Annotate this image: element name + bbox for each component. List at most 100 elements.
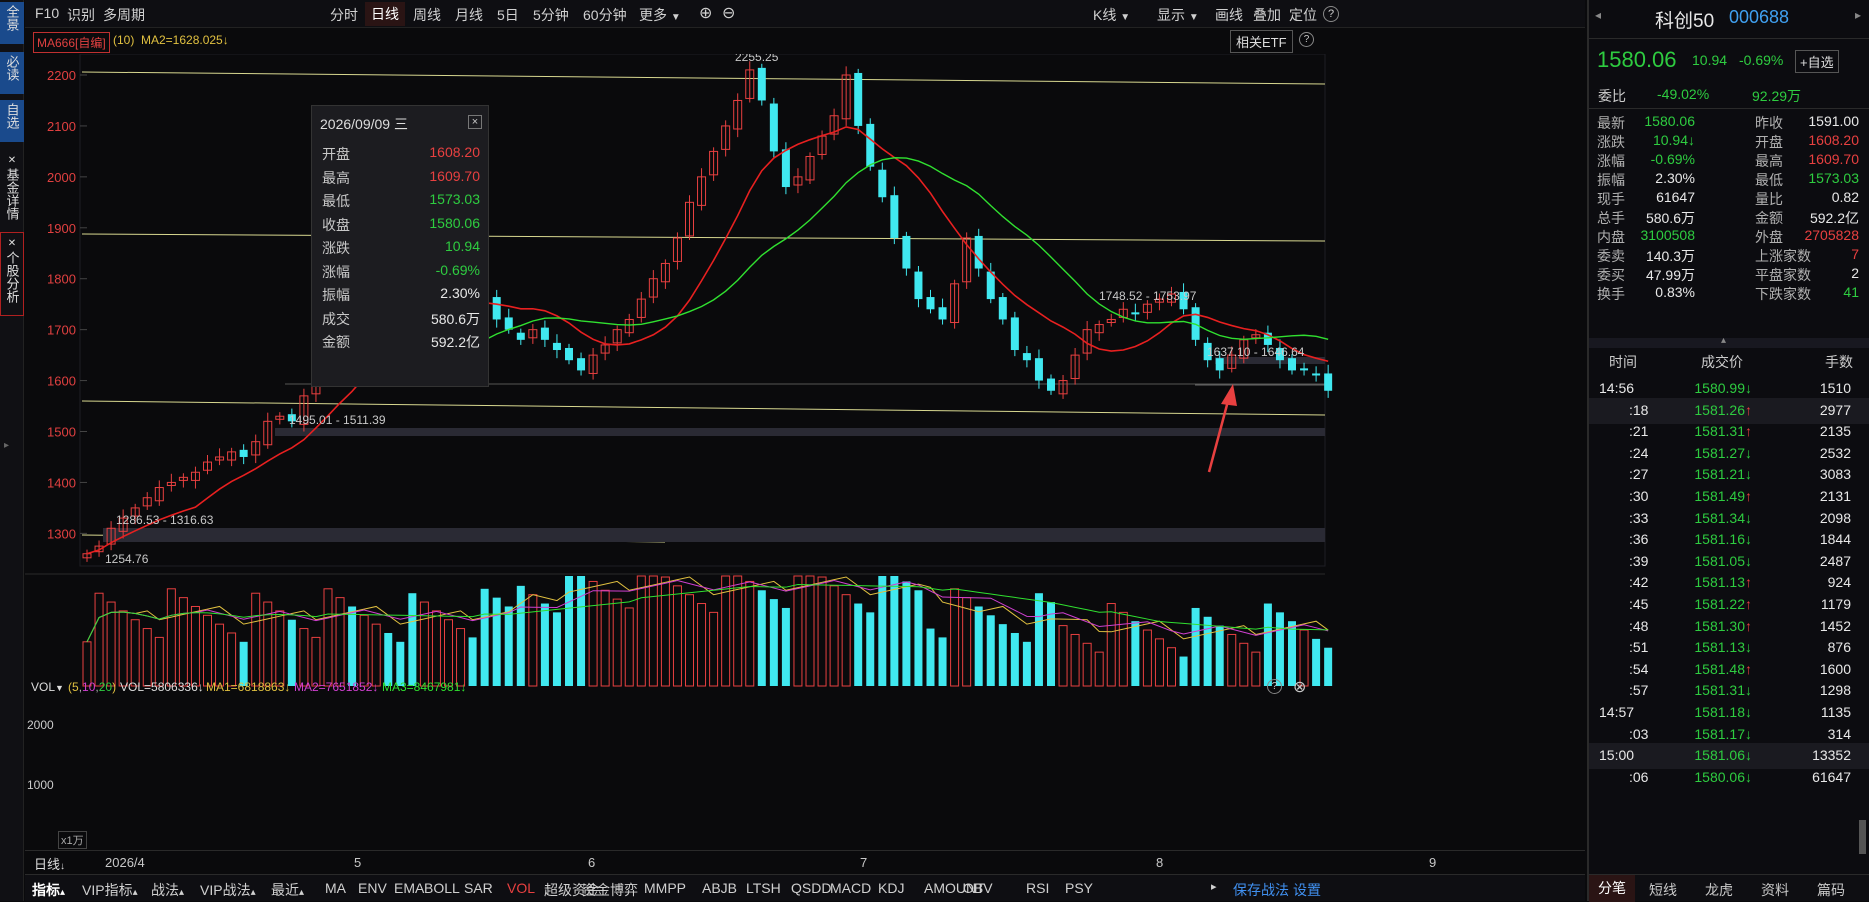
volume-bar: [612, 598, 622, 687]
tab-fenbi[interactable]: 分笔: [1589, 875, 1635, 902]
panel-collapse-bar[interactable]: ▴: [1589, 335, 1869, 348]
locate-button[interactable]: 定位: [1289, 5, 1317, 25]
tab-chips[interactable]: 篇码: [1817, 880, 1845, 900]
overlay-button[interactable]: 叠加: [1253, 5, 1281, 25]
candle-body: [1047, 378, 1055, 391]
period-tab-5min[interactable]: 5分钟: [533, 5, 569, 25]
tab-profile[interactable]: 资料: [1761, 880, 1789, 900]
tooltip-row: 金额 592.2亿: [312, 327, 490, 355]
help-icon[interactable]: ?: [1299, 32, 1314, 47]
indicator-tab-13[interactable]: MMPP: [644, 880, 686, 896]
close-icon[interactable]: ×: [468, 115, 482, 129]
indicator-tab-15[interactable]: LTSH: [746, 880, 781, 896]
multi-period-button[interactable]: 多周期: [103, 5, 145, 25]
f10-button[interactable]: F10: [35, 5, 59, 21]
help-icon[interactable]: ?: [1267, 679, 1282, 694]
indicator-tab-16[interactable]: QSDD: [791, 880, 831, 896]
weibi-value: -49.02%: [1657, 86, 1710, 102]
ma666-indicator-label[interactable]: MA666[自编]: [33, 32, 110, 53]
x-tick-label: 5: [354, 855, 362, 870]
candle-body: [1010, 317, 1019, 351]
indicator-tab-14[interactable]: ABJB: [702, 880, 737, 896]
quote-value: 61647: [1656, 189, 1695, 205]
zoom-in-icon[interactable]: ⊕: [699, 3, 712, 23]
related-etf-button[interactable]: 相关ETF: [1230, 30, 1293, 53]
indicator-tab-22[interactable]: PSY: [1065, 880, 1093, 896]
more-periods-dropdown[interactable]: 更多 ▼: [639, 5, 681, 25]
indicator-tab-1[interactable]: VIP指标▴: [82, 880, 138, 900]
period-tab-monthly[interactable]: 月线: [455, 5, 483, 25]
candle-body: [769, 103, 778, 152]
display-dropdown[interactable]: 显示 ▼: [1157, 5, 1199, 25]
period-tab-60min[interactable]: 60分钟: [583, 5, 627, 25]
indicator-tab-8[interactable]: BOLL: [424, 880, 460, 896]
draw-line-button[interactable]: 画线: [1215, 5, 1243, 25]
period-tab-daily[interactable]: 日线: [365, 2, 405, 26]
indicator-tab-0[interactable]: 指标▴: [32, 880, 65, 900]
sidebar-item-stock-analysis[interactable]: ✕ 个股分析: [0, 232, 24, 316]
tick-time: :54: [1629, 660, 1649, 677]
tick-time: :57: [1629, 682, 1649, 699]
volume-indicator-bar: VOL▼ (5,10,20) VOL=5806336↓ MA1=6818863↓…: [25, 676, 1585, 700]
indicator-tab-12[interactable]: 资金博弈: [582, 880, 638, 900]
zoom-out-icon[interactable]: ⊖: [722, 3, 735, 23]
caret-up-icon: ▴: [132, 887, 138, 898]
indicator-tab-3[interactable]: VIP战法▴: [200, 880, 256, 900]
prev-stock-icon[interactable]: ◂: [1595, 8, 1601, 22]
tick-scrollbar[interactable]: [1859, 820, 1866, 854]
indicator-tab-21[interactable]: RSI: [1026, 880, 1049, 896]
indicator-tab-17[interactable]: MACD: [830, 880, 871, 896]
candle-body: [938, 307, 947, 320]
tick-time: :18: [1629, 401, 1649, 418]
period-toggle[interactable]: 日线↓: [34, 854, 65, 873]
sidebar-item-overview[interactable]: 全景: [0, 2, 24, 44]
scroll-right-icon[interactable]: ▸: [1211, 880, 1217, 893]
tooltip-value: 1580.06: [429, 214, 480, 231]
collapse-arrow-icon[interactable]: ▸: [4, 440, 9, 451]
candle-body: [781, 149, 790, 188]
indicator-tab-10[interactable]: VOL: [507, 880, 535, 896]
tab-short-term[interactable]: 短线: [1649, 880, 1677, 900]
close-panel-icon[interactable]: ⊗: [1293, 677, 1306, 697]
top-toolbar: F10 识别 多周期 分时 日线 周线 月线 5日 5分钟 60分钟 更多 ▼ …: [25, 0, 1585, 28]
tick-time: :45: [1629, 596, 1649, 612]
volume-bars: [25, 573, 1333, 687]
settings-link[interactable]: 设置: [1293, 880, 1321, 900]
volume-bar: [348, 606, 357, 686]
tick-time: :06: [1629, 768, 1649, 785]
x-tick-label: 7: [860, 855, 868, 870]
next-stock-icon[interactable]: ▸: [1855, 8, 1861, 22]
sidebar-item-watchlist[interactable]: 自选: [0, 100, 24, 142]
vol-indicator-name[interactable]: VOL▼: [31, 680, 64, 694]
price-chart[interactable]: 2200 2100 2000 1900 1800 1700 1600 1500 1400 1300…: [25, 54, 1585, 850]
identify-button[interactable]: 识别: [67, 5, 95, 25]
zone-label: 1637.10 - 1646.64: [1207, 345, 1305, 359]
close-icon[interactable]: ✕: [0, 153, 24, 168]
save-strategy-link[interactable]: 保存战法: [1233, 880, 1289, 900]
indicator-tab-5[interactable]: MA: [325, 880, 346, 896]
period-tab-weekly[interactable]: 周线: [413, 5, 441, 25]
indicator-tab-18[interactable]: KDJ: [878, 880, 904, 896]
indicator-tab-7[interactable]: EMA: [394, 880, 424, 896]
kline-dropdown[interactable]: K线 ▼: [1093, 5, 1130, 25]
tooltip-label: 涨幅: [322, 263, 350, 280]
close-icon[interactable]: ✕: [1, 236, 23, 251]
add-watchlist-button[interactable]: +自选: [1795, 50, 1839, 73]
volume-bar: [648, 575, 658, 687]
collapse-up-icon[interactable]: ▴: [1721, 335, 1726, 346]
indicator-tab-2[interactable]: 战法▴: [151, 880, 184, 900]
indicator-tab-6[interactable]: ENV: [358, 880, 387, 896]
indicator-tab-9[interactable]: SAR: [464, 880, 493, 896]
indicator-tab-20[interactable]: OBV: [963, 880, 993, 896]
candle-body: [866, 123, 875, 167]
sidebar-item-must-read[interactable]: 必读: [0, 52, 24, 94]
tick-price: 1581.17: [1694, 725, 1745, 742]
vol-ma3: MA3=8467981↓: [382, 680, 467, 694]
indicator-tab-4[interactable]: 最近▴: [271, 880, 304, 900]
tab-dragon-tiger[interactable]: 龙虎: [1705, 880, 1733, 900]
volume-bar: [709, 611, 719, 687]
help-icon[interactable]: ?: [1323, 6, 1339, 22]
period-tab-timeshare[interactable]: 分时: [330, 5, 358, 25]
sidebar-item-fund-detail[interactable]: ✕ 基金详情: [0, 150, 24, 226]
period-tab-5day[interactable]: 5日: [497, 5, 519, 25]
